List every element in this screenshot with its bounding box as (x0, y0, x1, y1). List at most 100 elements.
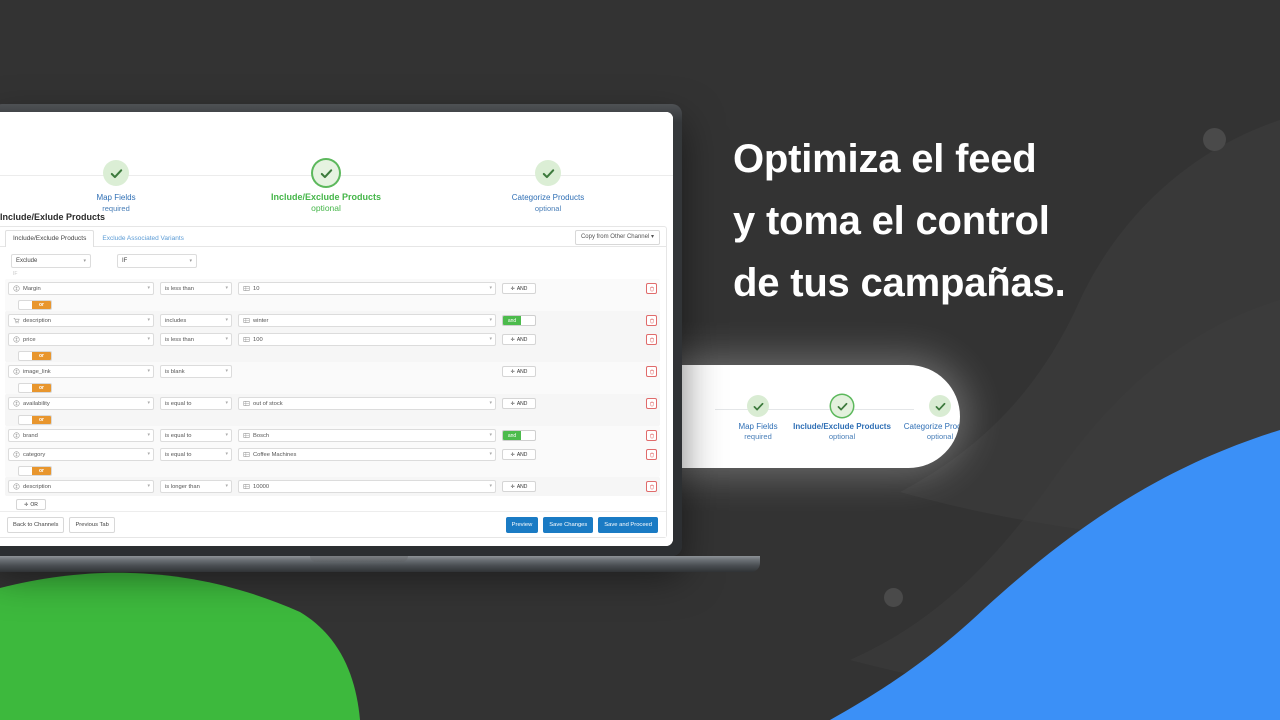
tab-include-exclude-products[interactable]: Include/Exclude Products (5, 230, 95, 247)
chevron-down-icon: ▾ (489, 400, 492, 406)
rule-operator-value: is equal to (165, 451, 192, 458)
rule-value-text: Bosch (253, 432, 270, 439)
or-toggle[interactable]: or (18, 414, 52, 425)
delete-rule-button[interactable] (646, 334, 657, 345)
condition-select[interactable]: IF ▾ (117, 254, 197, 268)
rule-operator-select[interactable]: is less than ▾ (160, 333, 232, 346)
rules-card: Include/Exclude Products Exclude Associa… (0, 226, 667, 538)
rule-field-value: brand (23, 432, 38, 439)
rule-operator-select[interactable]: is equal to ▾ (160, 429, 232, 442)
rule-operator-select[interactable]: is less than ▾ (160, 282, 232, 295)
delete-rule-button[interactable] (646, 430, 657, 441)
headline-line-1: Optimiza el feed (733, 137, 1037, 181)
rule-operator-select[interactable]: is blank ▾ (160, 365, 232, 378)
step-label: Map Fields (96, 193, 136, 202)
rule-operator-select[interactable]: is equal to ▾ (160, 448, 232, 461)
feed-app: Map Fields required Include/Exclude Prod… (0, 112, 673, 546)
currency-icon (13, 336, 20, 343)
chevron-down-icon: ▾ (147, 400, 150, 406)
delete-rule-button[interactable] (646, 366, 657, 377)
delete-rule-button[interactable] (646, 315, 657, 326)
plus-icon: ✛ (510, 368, 515, 375)
preview-button[interactable]: Preview (505, 516, 539, 533)
rule-value-input[interactable]: 100 ▾ (238, 333, 496, 346)
delete-rule-button[interactable] (646, 449, 657, 460)
delete-rule-button[interactable] (646, 398, 657, 409)
rule-operator-value: is equal to (165, 400, 192, 407)
rule-field-select[interactable]: Margin ▾ (8, 282, 154, 295)
step-include-exclude[interactable]: Include/Exclude Products optional (241, 160, 411, 214)
chevron-down-icon: ▾ (489, 336, 492, 342)
rule-group: Margin ▾ is less than ▾ 10 ▾ ✛ AND or (5, 279, 660, 311)
rule-operator-value: is longer than (165, 483, 200, 490)
chevron-down-icon: ▾ (83, 258, 86, 264)
trash-icon (649, 452, 654, 457)
copy-from-other-channel-button[interactable]: Copy from Other Channel ▾ (574, 230, 660, 245)
top-select-row: Exclude ▾ IF ▾ (0, 247, 666, 271)
and-toggle[interactable]: and (502, 315, 536, 326)
step-map-fields[interactable]: Map Fields required (31, 160, 201, 214)
add-and-button[interactable]: ✛ AND (502, 283, 536, 294)
add-and-button[interactable]: ✛ AND (502, 398, 536, 409)
rule-value-input[interactable] (238, 365, 496, 378)
save-changes-button[interactable]: Save Changes (543, 516, 594, 533)
rule-field-select[interactable]: description ▾ (8, 480, 154, 493)
delete-rule-button[interactable] (646, 283, 657, 294)
chevron-down-icon: ▾ (147, 368, 150, 374)
or-toggle[interactable]: or (18, 382, 52, 393)
rule-operator-select[interactable]: is longer than ▾ (160, 480, 232, 493)
rule-field-select[interactable]: image_link ▾ (8, 365, 154, 378)
rule-field-value: image_link (23, 368, 51, 375)
rule-value-input[interactable]: Coffee Machines ▾ (238, 448, 496, 461)
rule-field-value: description (23, 317, 52, 324)
rule-value-text: 10000 (253, 483, 270, 490)
rule-value-input[interactable]: 10000 ▾ (238, 480, 496, 493)
and-toggle-label: and (503, 431, 521, 440)
rule-value-input[interactable]: Bosch ▾ (238, 429, 496, 442)
add-or-label: OR (30, 501, 38, 508)
add-and-button[interactable]: ✛ AND (502, 449, 536, 460)
and-toggle[interactable]: and (502, 430, 536, 441)
back-to-channels-button[interactable]: Back to Channels (7, 516, 65, 533)
add-and-button[interactable]: ✛ AND (502, 334, 536, 345)
tab-bar: Include/Exclude Products Exclude Associa… (0, 227, 666, 247)
or-toggle-label: or (32, 383, 51, 392)
rule-field-select[interactable]: description ▾ (8, 314, 154, 327)
and-label: AND (516, 336, 528, 343)
rule-value-input[interactable]: out of stock ▾ (238, 397, 496, 410)
trash-icon (649, 286, 654, 291)
mini-step-categorize[interactable]: Categorize Products optional (880, 395, 960, 442)
chevron-down-icon: ▾ (225, 336, 228, 342)
mini-step-list: Map Fields required Include/Exclude Prod… (695, 365, 960, 468)
tab-exclude-associated-variants[interactable]: Exclude Associated Variants (94, 230, 192, 246)
rule-row: price ▾ is less than ▾ 100 ▾ ✛ AND (5, 330, 660, 349)
action-select-value: Exclude (16, 258, 38, 264)
action-select[interactable]: Exclude ▾ (11, 254, 91, 268)
plus-icon: ✛ (510, 400, 515, 407)
add-and-button[interactable]: ✛ AND (502, 481, 536, 492)
check-icon (831, 395, 853, 417)
or-toggle[interactable]: or (18, 465, 52, 476)
and-label: AND (516, 400, 528, 407)
step-categorize[interactable]: Categorize Products optional (463, 160, 633, 214)
rule-field-select[interactable]: availability ▾ (8, 397, 154, 410)
rule-field-select[interactable]: brand ▾ (8, 429, 154, 442)
or-toggle[interactable]: or (18, 299, 52, 310)
rule-field-select[interactable]: category ▾ (8, 448, 154, 461)
save-and-proceed-button[interactable]: Save and Proceed (598, 516, 658, 533)
chevron-down-icon: ▾ (489, 432, 492, 438)
and-toggle-label: and (503, 316, 521, 325)
add-and-button[interactable]: ✛ AND (502, 366, 536, 377)
previous-tab-button[interactable]: Previous Tab (69, 516, 115, 533)
add-or-button[interactable]: ✛ OR (16, 499, 46, 510)
delete-rule-button[interactable] (646, 481, 657, 492)
or-toggle[interactable]: or (18, 350, 52, 361)
rule-field-select[interactable]: price ▾ (8, 333, 154, 346)
rule-value-input[interactable]: 10 ▾ (238, 282, 496, 295)
check-icon (535, 160, 561, 186)
plus-icon: ✛ (510, 451, 515, 458)
rule-operator-select[interactable]: includes ▾ (160, 314, 232, 327)
chevron-down-icon: ▾ (225, 368, 228, 374)
rule-value-input[interactable]: winter ▾ (238, 314, 496, 327)
rule-operator-select[interactable]: is equal to ▾ (160, 397, 232, 410)
